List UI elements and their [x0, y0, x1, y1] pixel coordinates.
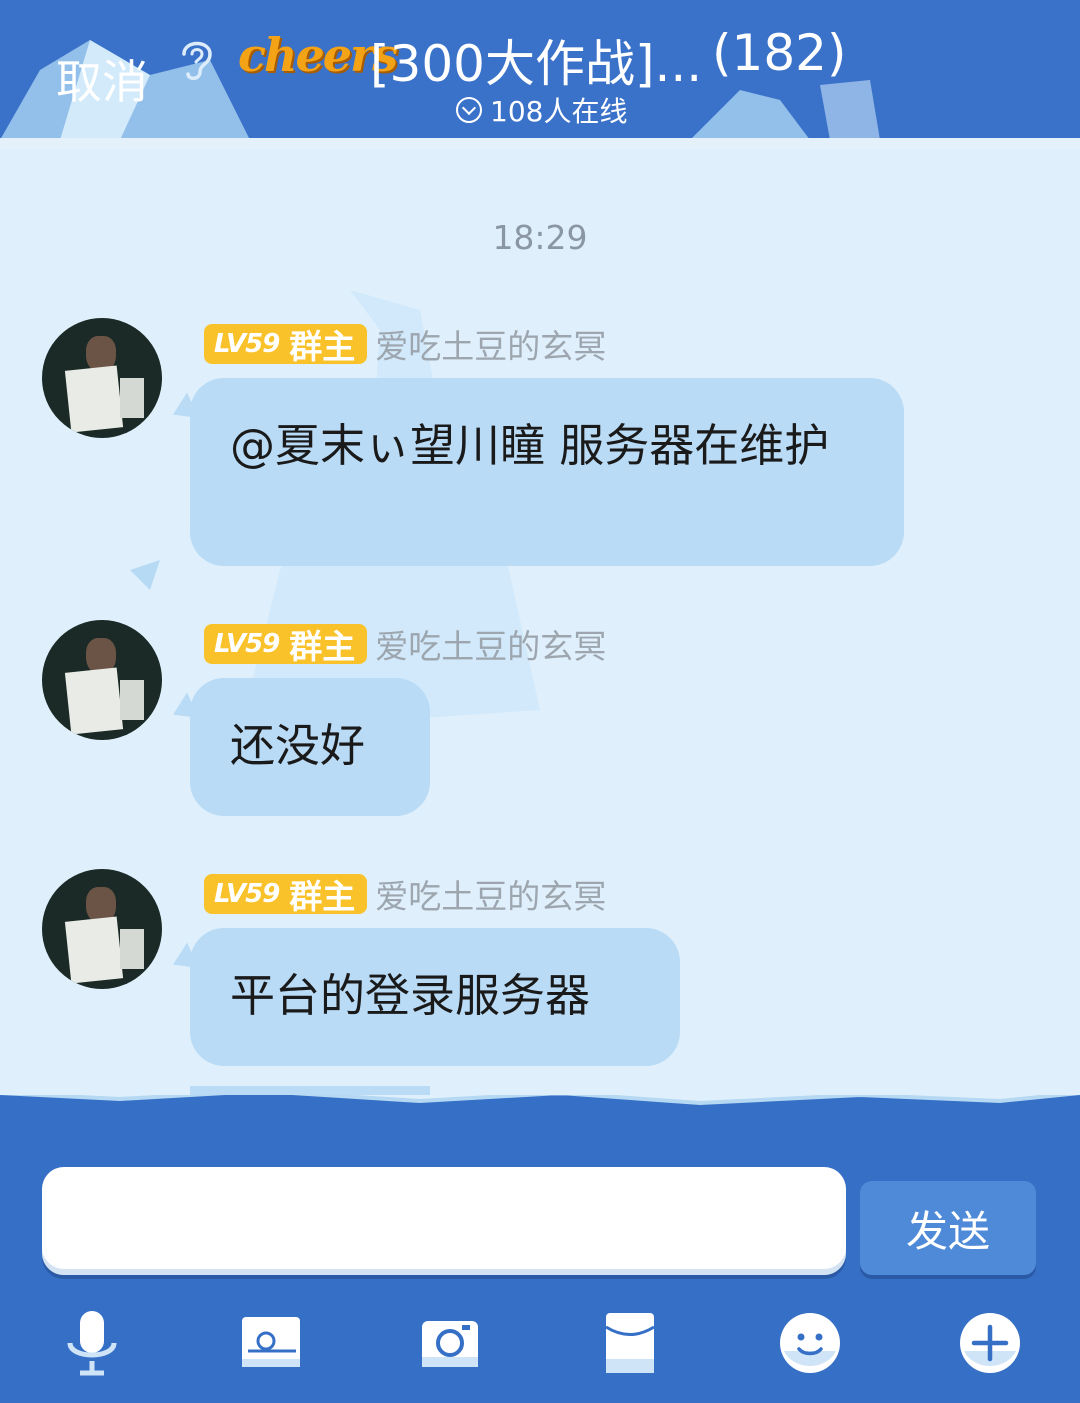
level-label: LV59 [214, 629, 280, 659]
role-label: 群主 [289, 327, 356, 366]
online-status[interactable]: 108人在线 [456, 90, 627, 130]
message-text: 还没好 [230, 719, 366, 772]
microphone-icon[interactable] [56, 1307, 128, 1379]
plus-icon[interactable] [954, 1307, 1026, 1379]
message-meta: LV59 群主 爱吃土豆的玄冥 [204, 320, 606, 368]
avatar[interactable] [42, 620, 162, 740]
message-meta: LV59 群主 爱吃土豆的玄冥 [204, 870, 606, 918]
message-bubble[interactable]: 平台的登录服务器 [190, 928, 680, 1066]
role-label: 群主 [289, 627, 356, 666]
camera-icon[interactable] [414, 1307, 486, 1379]
message-input[interactable] [42, 1167, 846, 1275]
member-count: (182) [712, 24, 847, 82]
timestamp: 18:29 [492, 218, 588, 257]
sender-name[interactable]: 爱吃土豆的玄冥 [375, 320, 606, 368]
input-bar: 发送 [0, 1095, 1080, 1403]
message-meta: LV59 群主 爱吃土豆的玄冥 [204, 620, 606, 668]
message-list[interactable]: 18:29 LV59 群主 爱吃土豆的玄冥 @夏末ぃ望川瞳 服务器在维护 LV5… [0, 150, 1080, 1095]
level-label: LV59 [214, 329, 280, 359]
emoji-icon[interactable] [774, 1307, 846, 1379]
online-count: 108人在线 [490, 95, 628, 128]
message-text: @夏末ぃ望川瞳 服务器在维护 [230, 419, 830, 472]
header-divider [0, 138, 1080, 150]
sender-name[interactable]: 爱吃土豆的玄冥 [375, 870, 606, 918]
cancel-button[interactable]: 取消 [56, 46, 148, 112]
chevron-down-icon [456, 97, 482, 123]
picture-icon[interactable] [236, 1307, 308, 1379]
send-button[interactable]: 发送 [860, 1181, 1036, 1275]
ear-icon[interactable] [174, 34, 218, 84]
level-badge: LV59 群主 [204, 324, 368, 366]
avatar[interactable] [42, 318, 162, 438]
sender-name[interactable]: 爱吃土豆的玄冥 [375, 620, 606, 668]
ice-edge-decoration [0, 1095, 1080, 1106]
red-packet-icon[interactable] [594, 1307, 666, 1379]
role-label: 群主 [289, 877, 356, 916]
group-name[interactable]: [300大作战]... [370, 24, 702, 96]
message-bubble[interactable]: @夏末ぃ望川瞳 服务器在维护 [190, 378, 904, 566]
chat-header: 取消 cheers [300大作战]... (182) 108人在线 [0, 0, 1080, 150]
input-toolbar [0, 1295, 1080, 1395]
message-bubble[interactable]: 还没好 [190, 678, 430, 816]
level-badge: LV59 群主 [204, 624, 368, 666]
level-badge: LV59 群主 [204, 874, 368, 916]
message-text: 平台的登录服务器 [230, 969, 591, 1022]
avatar[interactable] [42, 869, 162, 989]
message-bubble-partial [190, 1086, 430, 1095]
level-label: LV59 [214, 879, 280, 909]
